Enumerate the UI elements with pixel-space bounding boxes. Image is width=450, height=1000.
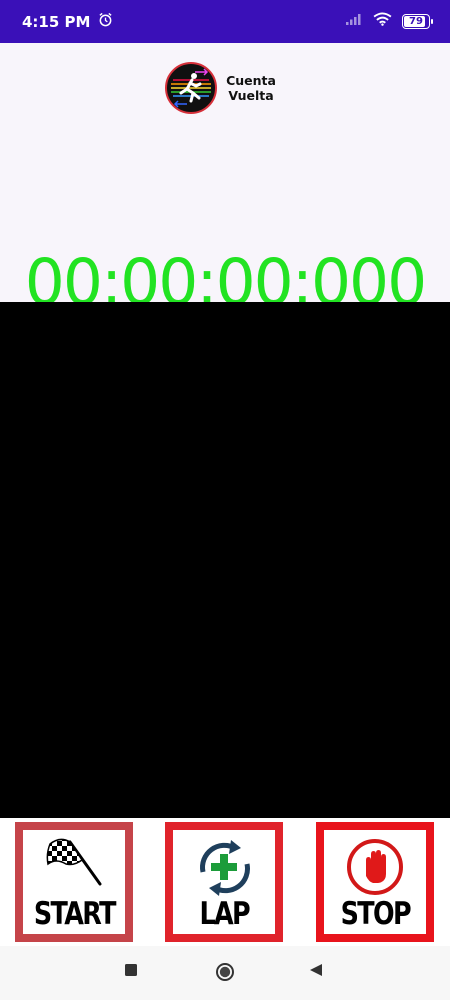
alarm-icon — [98, 12, 113, 32]
runner-logo-icon — [165, 62, 217, 114]
lap-label: LAP — [199, 896, 250, 932]
stop-hand-icon — [344, 836, 406, 903]
home-icon[interactable] — [215, 962, 235, 987]
stop-button[interactable]: STOP — [316, 822, 434, 942]
app-title-line1: Cuenta — [226, 73, 276, 88]
timer-display: 00:00:00:000 — [24, 246, 427, 305]
back-icon[interactable] — [309, 963, 323, 982]
app-title-line2: Vuelta — [228, 88, 274, 103]
status-right: 79 — [345, 12, 433, 31]
checkered-flag-icon — [42, 836, 106, 897]
recents-icon[interactable] — [124, 963, 138, 982]
app-header: Cuenta Vuelta 00:00:00:000 — [0, 43, 450, 305]
lap-button[interactable]: LAP — [165, 822, 283, 942]
lap-list-area — [0, 302, 450, 818]
stop-label: STOP — [340, 896, 411, 932]
signal-icon — [345, 12, 363, 31]
status-left: 4:15 PM — [22, 12, 113, 32]
app-title: Cuenta Vuelta — [224, 73, 278, 103]
battery-level: 79 — [409, 16, 423, 27]
add-lap-icon — [189, 836, 259, 903]
navigation-bar — [0, 946, 450, 1000]
status-bar: 4:15 PM 79 — [0, 0, 450, 43]
start-button[interactable]: START — [15, 822, 133, 942]
control-bar: START LAP STOP — [0, 818, 450, 946]
battery-icon: 79 — [402, 14, 433, 29]
status-time: 4:15 PM — [22, 12, 91, 31]
wifi-icon — [373, 12, 392, 31]
start-label: START — [33, 896, 117, 932]
